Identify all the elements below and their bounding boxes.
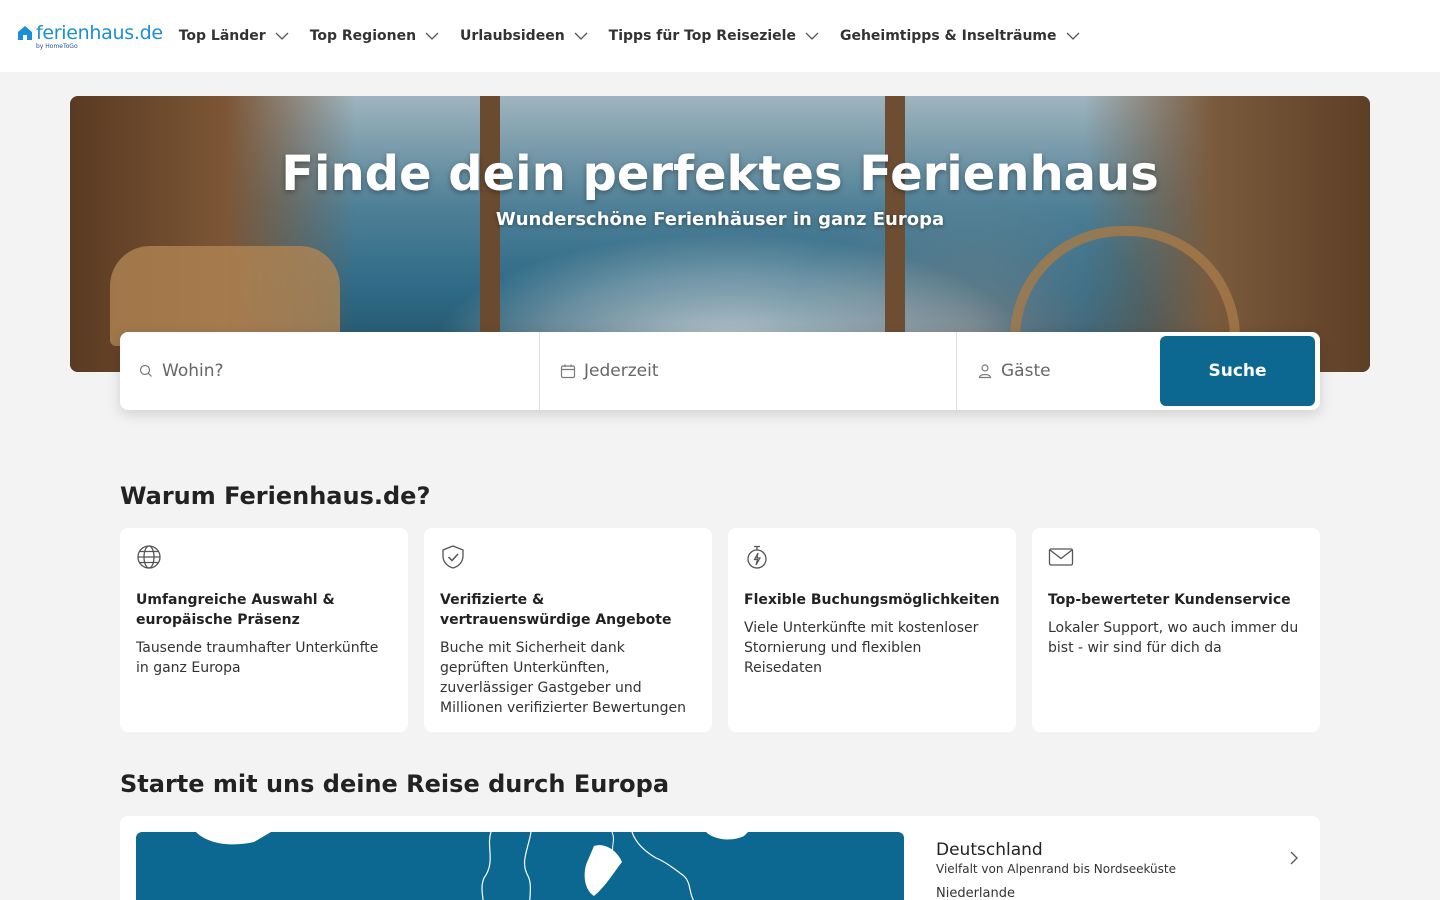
feature-card-title: Top-bewerteter Kundenservice: [1048, 592, 1291, 608]
search-button[interactable]: Suche: [1160, 336, 1315, 406]
search-bar: Jederzeit Gäste Suche: [120, 332, 1320, 410]
main-nav: Top Länder Top Regionen Urlaubsideen Tip…: [179, 28, 1101, 44]
guests-label: Gäste: [1001, 361, 1051, 381]
logo-text: ferienhaus.de: [36, 22, 163, 44]
hero-decor: [110, 246, 340, 346]
country-entry-deutschland[interactable]: Deutschland Vielfalt von Alpenrand bis N…: [936, 840, 1306, 900]
chevron-right-icon[interactable]: [1286, 850, 1302, 866]
envelope-icon: [1048, 548, 1074, 566]
feature-card-title: Umfangreiche Auswahl & europäische Präse…: [136, 592, 335, 628]
chevron-down-icon: [1066, 32, 1079, 40]
feature-card-title: Verifizierte & vertrauenswürdige Angebot…: [440, 592, 672, 628]
europe-map-shapes: [196, 832, 748, 900]
feature-card: Flexible Buchungsmöglichkeiten Viele Unt…: [728, 528, 1016, 732]
house-logo-icon: [18, 26, 32, 40]
feature-card: Verifizierte & vertrauenswürdige Angebot…: [424, 528, 712, 732]
feature-cards: Umfangreiche Auswahl & europäische Präse…: [120, 528, 1320, 732]
search-icon: [139, 364, 152, 377]
feature-card-title: Flexible Buchungsmöglichkeiten: [744, 592, 1000, 608]
feature-card: Top-bewerteter Kundenservice Lokaler Sup…: [1032, 528, 1320, 732]
person-icon: [978, 364, 992, 379]
hero-decor: [885, 96, 905, 372]
logo[interactable]: ferienhaus.de by HomeToGo: [16, 22, 163, 50]
stopwatch-bolt-icon: [747, 545, 767, 569]
hero-title: Finde dein perfektes Ferienhaus: [281, 146, 1159, 202]
destination-input[interactable]: [162, 361, 502, 381]
calendar-icon: [560, 364, 576, 379]
why-section-title: Warum Ferienhaus.de?: [120, 482, 431, 510]
nav-label: Top Regionen: [309, 28, 417, 44]
destination-field[interactable]: [120, 332, 540, 410]
country-name: Deutschland: [936, 840, 1043, 860]
europe-panel: Deutschland Vielfalt von Alpenrand bis N…: [120, 816, 1320, 900]
nav-geheimtipps[interactable]: Geheimtipps & Inselträume: [840, 28, 1081, 44]
chevron-down-icon: [425, 32, 439, 40]
europe-map[interactable]: [136, 832, 904, 900]
feature-card-text: Lokaler Support, wo auch immer du bist -…: [1048, 620, 1299, 656]
logo-subtext: by HomeToGo: [36, 43, 78, 50]
shield-check-icon: [442, 545, 464, 569]
nav-label: Geheimtipps & Inselträume: [839, 28, 1057, 44]
hero-decor: [480, 96, 500, 372]
feature-card-text: Tausende traumhafter Unterkünfte in ganz…: [136, 640, 379, 676]
chevron-down-icon: [275, 32, 289, 40]
globe-icon: [137, 545, 161, 569]
date-label: Jederzeit: [584, 361, 659, 381]
hero-banner: Finde dein perfektes Ferienhaus Wundersc…: [70, 96, 1370, 372]
nav-top-laender[interactable]: Top Länder: [179, 28, 290, 44]
hero-subtitle: Wunderschöne Ferienhäuser in ganz Europa: [495, 209, 945, 230]
date-field[interactable]: Jederzeit: [540, 332, 957, 410]
nav-top-regionen[interactable]: Top Regionen: [310, 28, 440, 44]
nav-label: Top Länder: [178, 28, 266, 44]
nav-label: Urlaubsideen: [460, 28, 565, 44]
nav-label: Tipps für Top Reiseziele: [608, 28, 796, 44]
chevron-down-icon: [574, 32, 588, 40]
nav-tipps[interactable]: Tipps für Top Reiseziele: [609, 28, 820, 44]
site-header: ferienhaus.de by HomeToGo Top Länder Top…: [0, 0, 1440, 72]
feature-card: Umfangreiche Auswahl & europäische Präse…: [120, 528, 408, 732]
guests-field[interactable]: Gäste: [957, 332, 1160, 410]
feature-card-text: Buche mit Sicherheit dank geprüften Unte…: [440, 640, 686, 716]
country-description: Vielfalt von Alpenrand bis Nordseeküste: [936, 862, 1176, 876]
nav-urlaubsideen[interactable]: Urlaubsideen: [460, 28, 589, 44]
europe-section-title: Starte mit uns deine Reise durch Europa: [120, 770, 670, 798]
next-country-name[interactable]: Niederlande: [936, 886, 1306, 900]
feature-card-text: Viele Unterkünfte mit kostenloser Storni…: [744, 620, 979, 676]
chevron-down-icon: [805, 32, 819, 40]
